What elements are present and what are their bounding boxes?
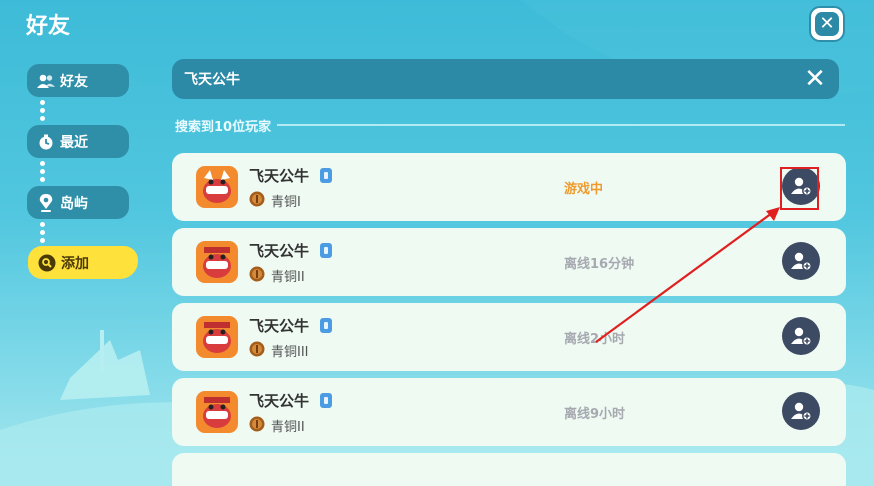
result-count: 搜索到10位玩家: [175, 120, 272, 135]
player-status: 离线9小时: [564, 407, 626, 422]
nav-connector: [40, 161, 46, 185]
player-card[interactable]: 飞天公牛 青铜I 游戏中: [172, 153, 846, 221]
player-avatar: [196, 241, 238, 283]
search-icon: [38, 254, 56, 272]
player-rank: 青铜II: [271, 420, 305, 435]
nav-item-label: 最近: [60, 134, 88, 151]
phone-icon: [320, 318, 332, 333]
add-friend-icon: [791, 402, 812, 421]
phone-icon: [320, 393, 332, 408]
add-friend-icon: [791, 252, 812, 271]
player-avatar: [196, 166, 238, 208]
location-pin-icon: [37, 193, 55, 212]
player-avatar: [196, 316, 238, 358]
friends-icon: [37, 72, 55, 90]
divider: [277, 124, 845, 126]
player-rank: 青铜II: [271, 270, 305, 285]
nav-item-label: 好友: [60, 73, 88, 90]
nav-item-add[interactable]: 添加: [28, 246, 138, 279]
player-name: 飞天公牛: [249, 392, 310, 410]
close-button[interactable]: ✕: [809, 6, 845, 42]
close-icon: ✕: [815, 12, 839, 36]
bronze-rank-icon: [249, 416, 265, 432]
add-friend-button[interactable]: [782, 242, 820, 280]
nav-connector: [40, 222, 46, 246]
nav-item-friends[interactable]: 好友: [27, 64, 129, 97]
player-card[interactable]: 飞天公牛 青铜II 离线9小时: [172, 378, 846, 446]
player-name: 飞天公牛: [249, 242, 310, 260]
player-status: 离线16分钟: [564, 257, 635, 272]
nav-connector: [40, 100, 46, 124]
nav-item-label: 添加: [61, 255, 89, 272]
bronze-rank-icon: [249, 266, 265, 282]
add-friend-button[interactable]: [782, 317, 820, 355]
player-card[interactable]: 飞天公牛 青铜III 离线2小时: [172, 303, 846, 371]
bronze-rank-icon: [249, 341, 265, 357]
highlight-box: [780, 167, 819, 210]
player-avatar: [196, 391, 238, 433]
nav-item-label: 岛屿: [60, 195, 88, 212]
bronze-rank-icon: [249, 191, 265, 207]
search-input[interactable]: 飞天公牛 ✕: [172, 59, 839, 99]
player-card[interactable]: 飞天公牛 青铜II 离线16分钟: [172, 228, 846, 296]
timer-icon: [37, 133, 55, 151]
player-rank: 青铜III: [271, 345, 309, 360]
player-status: 游戏中: [564, 182, 604, 197]
player-rank: 青铜I: [271, 195, 301, 210]
phone-icon: [320, 168, 332, 183]
page-title: 好友: [26, 14, 71, 39]
search-query: 飞天公牛: [184, 72, 240, 88]
add-friend-icon: [791, 327, 812, 346]
phone-icon: [320, 243, 332, 258]
nav-item-islands[interactable]: 岛屿: [27, 186, 129, 219]
clear-icon[interactable]: ✕: [803, 66, 827, 92]
player-name: 飞天公牛: [249, 317, 310, 335]
player-status: 离线2小时: [564, 332, 626, 347]
add-friend-button[interactable]: [782, 392, 820, 430]
player-card[interactable]: [172, 453, 846, 486]
nav-item-recent[interactable]: 最近: [27, 125, 129, 158]
player-name: 飞天公牛: [249, 167, 310, 185]
